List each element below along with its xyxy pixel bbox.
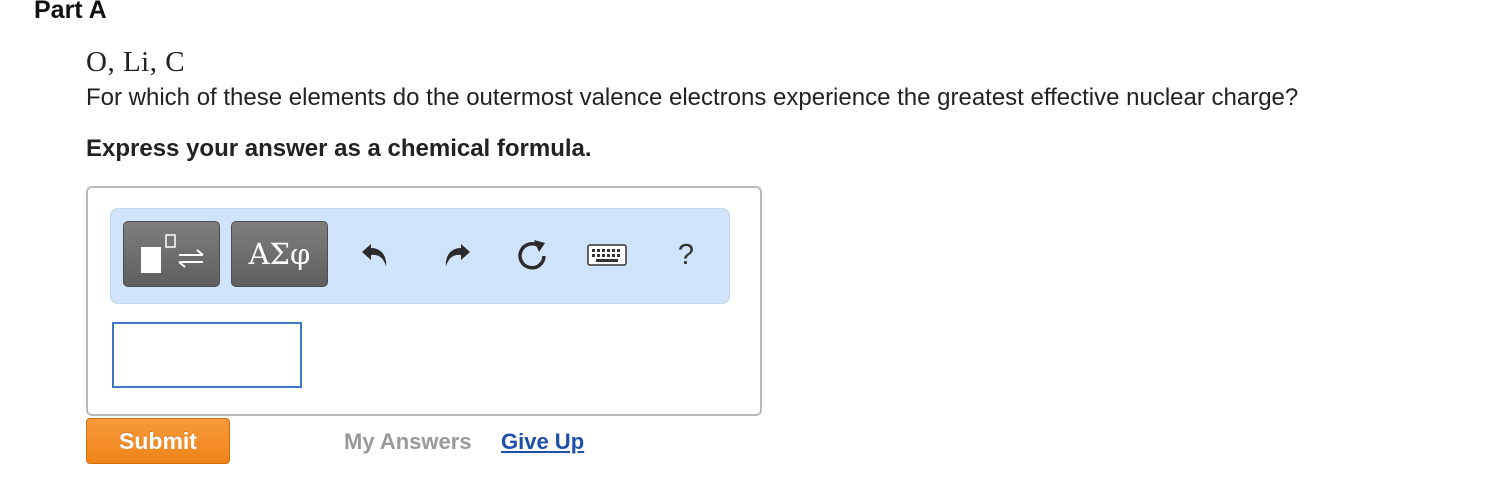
reset-button[interactable] [510, 233, 554, 277]
undo-button[interactable] [354, 233, 398, 277]
answer-panel: ΑΣφ ? [86, 186, 762, 416]
reset-icon [518, 240, 546, 270]
templates-icon [140, 234, 204, 273]
answer-instruction: Express your answer as a chemical formul… [86, 135, 592, 162]
redo-button[interactable] [434, 233, 478, 277]
my-answers-link: My Answers [344, 429, 472, 454]
keyboard-icon [587, 244, 627, 266]
symbols-button[interactable]: ΑΣφ [231, 221, 328, 287]
templates-button[interactable] [123, 221, 220, 287]
element-list: O, Li, C [86, 46, 186, 78]
question-text: For which of these elements do the outer… [86, 84, 1299, 111]
give-up-link[interactable]: Give Up [501, 429, 584, 455]
answer-input[interactable] [112, 322, 302, 388]
part-title: Part A [34, 0, 107, 24]
keyboard-button[interactable] [585, 233, 629, 277]
help-button[interactable]: ? [664, 233, 708, 277]
submit-button[interactable]: Submit [86, 418, 230, 464]
redo-icon [445, 244, 470, 266]
equation-toolbar: ΑΣφ ? [110, 208, 730, 304]
undo-icon [362, 244, 387, 266]
